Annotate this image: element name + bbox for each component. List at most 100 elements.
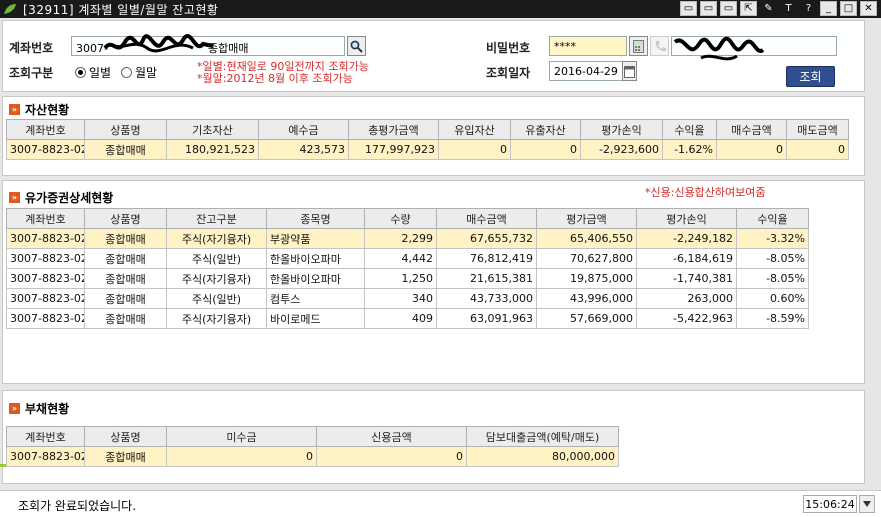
table-row[interactable]: 3007-8823-02 종합매매 주식(자기융자) 바이로메드 409 63,…	[6, 308, 809, 329]
securities-panel: » 유가증권상세현황 *신용:신용합산하여보여줌 계좌번호 상품명 잔고구분 종…	[2, 180, 865, 384]
col-account[interactable]: 계좌번호	[6, 426, 85, 447]
table-row[interactable]: 3007-8823-02 종합매매 주식(일반) 한올바이오파마 4,442 7…	[6, 248, 809, 269]
table-row[interactable]: 3007-8823-02 종합매매 0 0 80,000,000	[6, 446, 619, 467]
cell-eval-amount: 65,406,550	[536, 228, 637, 249]
cell-quantity: 340	[364, 288, 437, 309]
securities-title-text: 유가증권상세현황	[25, 191, 114, 205]
help-icon[interactable]: ?	[800, 1, 817, 16]
asset-panel: » 자산현황 계좌번호 상품명 기초자산 예수금 총평가금액 유입자산 유출자산…	[2, 96, 865, 176]
col-outflow[interactable]: 유출자산	[510, 119, 581, 140]
date-picker-button[interactable]	[622, 61, 637, 81]
col-return[interactable]: 수익율	[662, 119, 717, 140]
link-window-icon[interactable]: ▭	[680, 1, 697, 16]
cell-stock-name: 한올바이오파마	[266, 268, 365, 289]
date-input[interactable]: 2016-04-29	[549, 61, 623, 81]
col-eval-amount[interactable]: 평가금액	[536, 208, 637, 229]
radio-monthly[interactable]: 월말	[121, 64, 157, 81]
account-search-button[interactable]	[347, 36, 366, 56]
cell-product: 종합매매	[84, 288, 167, 309]
col-credit-amount[interactable]: 신용금액	[316, 426, 467, 447]
cell-balance-type: 주식(자기융자)	[166, 228, 267, 249]
securities-section-title: » 유가증권상세현황	[9, 189, 113, 206]
asset-table: 계좌번호 상품명 기초자산 예수금 총평가금액 유입자산 유출자산 평가손익 수…	[6, 119, 849, 160]
cell-buy-amount: 76,812,419	[436, 248, 537, 269]
col-deposit[interactable]: 예수금	[258, 119, 349, 140]
cell-product: 종합매매	[84, 139, 167, 160]
col-collateral-loan[interactable]: 담보대출금액(예탁/매도)	[466, 426, 619, 447]
col-buy-amount[interactable]: 매수금액	[436, 208, 537, 229]
maximize-button[interactable]: □	[840, 1, 857, 16]
debt-table: 계좌번호 상품명 미수금 신용금액 담보대출금액(예탁/매도) 3007-882…	[6, 426, 619, 467]
col-balance-type[interactable]: 잔고구분	[166, 208, 267, 229]
password-input[interactable]: ****	[549, 36, 627, 56]
cell-buy-amount: 21,615,381	[436, 268, 537, 289]
cell-account: 3007-8823-02	[6, 288, 85, 309]
col-receivable[interactable]: 미수금	[166, 426, 317, 447]
cell-buy-amount: 43,733,000	[436, 288, 537, 309]
calendar-icon	[624, 65, 635, 78]
col-product[interactable]: 상품명	[84, 119, 167, 140]
col-account[interactable]: 계좌번호	[6, 208, 85, 229]
col-buy-amount[interactable]: 매수금액	[716, 119, 787, 140]
cell-product: 종합매매	[84, 308, 167, 329]
title-bar: [32911] 계좌별 일별/월말 잔고현황 ▭ ▭ ▭ ⇱ ✎ T ? _ □…	[0, 0, 881, 18]
debt-title-text: 부채현황	[25, 402, 70, 416]
asset-title-text: 자산현황	[25, 103, 70, 117]
status-bar: 조회가 완료되었습니다. 15:06:24	[0, 490, 881, 517]
cell-receivable: 0	[166, 446, 317, 467]
table-row[interactable]: 3007-8823-02 종합매매 주식(자기융자) 한올바이오파마 1,250…	[6, 268, 809, 289]
cell-product: 종합매매	[84, 446, 167, 467]
radio-daily[interactable]: 일별	[75, 64, 111, 81]
securities-header-row: 계좌번호 상품명 잔고구분 종목명 수량 매수금액 평가금액 평가손익 수익율	[6, 208, 809, 229]
export-icon[interactable]: ⇱	[740, 1, 757, 16]
col-sell-amount[interactable]: 매도금액	[786, 119, 849, 140]
cell-balance-type: 주식(일반)	[166, 288, 267, 309]
col-stock-name[interactable]: 종목명	[266, 208, 365, 229]
table-row[interactable]: 3007-8823-02 종합매매 주식(자기융자) 부광약품 2,299 67…	[6, 228, 809, 249]
font-size-icon[interactable]: T	[780, 1, 797, 16]
col-inflow[interactable]: 유입자산	[438, 119, 511, 140]
col-product[interactable]: 상품명	[84, 208, 167, 229]
password-label: 비밀번호	[486, 41, 531, 55]
cell-base-asset: 180,921,523	[166, 139, 259, 160]
radio-daily-dot	[75, 67, 86, 78]
memo-icon[interactable]: ✎	[760, 1, 777, 16]
close-button[interactable]: ✕	[860, 1, 877, 16]
table-row[interactable]: 3007-8823-02 종합매매 주식(일반) 컴투스 340 43,733,…	[6, 288, 809, 309]
debt-header-row: 계좌번호 상품명 미수금 신용금액 담보대출금액(예탁/매도)	[6, 426, 619, 447]
cell-stock-name: 컴투스	[266, 288, 365, 309]
cell-inflow: 0	[438, 139, 511, 160]
status-dropdown-button[interactable]	[859, 495, 875, 513]
query-button[interactable]: 조회	[786, 66, 835, 87]
section-arrow-icon: »	[9, 104, 20, 115]
col-total-eval[interactable]: 총평가금액	[348, 119, 439, 140]
col-base-asset[interactable]: 기초자산	[166, 119, 259, 140]
period-label: 조회구분	[9, 66, 54, 80]
main-area: 계좌번호 3007- 종합매매 조회구분 일별 월말 *일별:현재일로 90일전까…	[0, 18, 881, 517]
col-eval-pl[interactable]: 평가손익	[580, 119, 663, 140]
save-screen-icon[interactable]: ▭	[720, 1, 737, 16]
debt-section-title: » 부채현황	[9, 400, 69, 417]
cell-account: 3007-8823-02	[6, 248, 85, 269]
magnifier-icon	[350, 40, 363, 53]
cell-credit-amount: 0	[316, 446, 467, 467]
keypad-button[interactable]	[629, 36, 648, 56]
edge-marker	[0, 464, 6, 467]
cell-account: 3007-8823-02	[6, 446, 85, 467]
table-row[interactable]: 3007-8823-02 종합매매 180,921,523 423,573 17…	[6, 139, 849, 160]
cell-buy-amount: 0	[716, 139, 787, 160]
cell-return: 0.60%	[736, 288, 809, 309]
print-icon[interactable]: ▭	[700, 1, 717, 16]
col-eval-pl[interactable]: 평가손익	[636, 208, 737, 229]
cell-return: -3.32%	[736, 228, 809, 249]
col-return[interactable]: 수익율	[736, 208, 809, 229]
cell-eval-amount: 57,669,000	[536, 308, 637, 329]
col-account[interactable]: 계좌번호	[6, 119, 85, 140]
col-product[interactable]: 상품명	[84, 426, 167, 447]
col-quantity[interactable]: 수량	[364, 208, 437, 229]
keypad-icon	[633, 39, 644, 53]
credit-note: *신용:신용합산하여보여줌	[645, 186, 766, 199]
radio-monthly-label: 월말	[135, 66, 158, 80]
phone-auth-button[interactable]	[650, 36, 669, 56]
minimize-button[interactable]: _	[820, 1, 837, 16]
